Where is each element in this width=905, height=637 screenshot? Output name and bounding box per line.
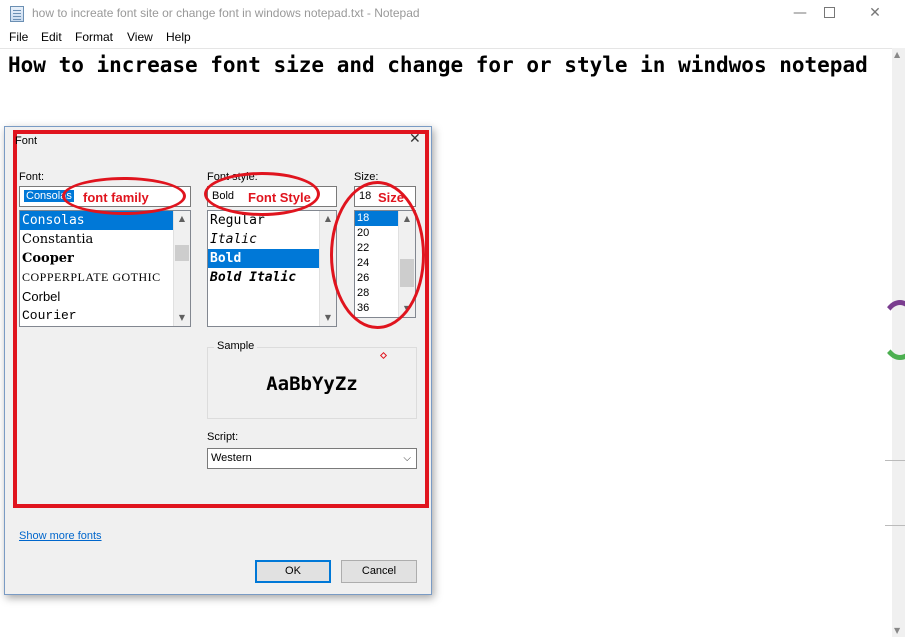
scroll-thumb[interactable]: [175, 245, 189, 261]
close-button[interactable]: ✕: [852, 0, 898, 28]
menu-bar: File Edit Format View Help: [0, 28, 905, 48]
dialog-close-button[interactable]: ✕: [409, 131, 421, 147]
font-list-item[interactable]: Courier: [20, 306, 190, 325]
cancel-button[interactable]: Cancel: [341, 560, 417, 583]
scroll-down-icon[interactable]: ▼: [174, 310, 190, 326]
maximize-icon: [823, 7, 835, 18]
chevron-down-icon: ⌵: [403, 453, 411, 464]
script-label: Script:: [207, 431, 239, 443]
script-select-value: Western: [211, 452, 252, 464]
notepad-icon: [10, 6, 24, 22]
menu-edit[interactable]: Edit: [41, 30, 62, 44]
menu-help[interactable]: Help: [166, 30, 191, 44]
sample-preview: AaBbYyZz: [266, 373, 358, 395]
dialog-title: Font: [15, 135, 38, 147]
menu-format[interactable]: Format: [75, 30, 113, 44]
title-bar: how to increate font site or change font…: [0, 0, 905, 28]
scroll-down-icon[interactable]: ▼: [320, 310, 336, 326]
scroll-up-icon[interactable]: ▲: [894, 50, 900, 59]
menu-file[interactable]: File: [9, 30, 28, 44]
font-list-item[interactable]: Corbel: [20, 287, 190, 306]
font-list-item[interactable]: Cooper: [20, 249, 190, 268]
font-list-item[interactable]: COPPERPLATE GOTHIC: [20, 268, 190, 287]
editor-text[interactable]: How to increase font size and change for…: [8, 51, 868, 79]
font-style-item[interactable]: Bold: [208, 249, 336, 268]
ok-button[interactable]: OK: [255, 560, 331, 583]
sample-group: Sample AaBbYyZz: [207, 340, 417, 419]
annotation-font-family: font family: [83, 190, 149, 205]
background-divider: [885, 525, 905, 526]
window-title: how to increate font site or change font…: [32, 6, 420, 20]
font-dialog: Font ✕ Font: Consolas Consolas Constanti…: [4, 126, 432, 595]
font-list-scrollbar[interactable]: ▲ ▼: [173, 211, 190, 326]
font-style-item[interactable]: Italic: [208, 230, 336, 249]
font-style-list[interactable]: Regular Italic Bold Bold Italic ▲ ▼: [207, 210, 337, 327]
font-list-item[interactable]: Constantia: [20, 230, 190, 249]
font-style-item[interactable]: Bold Italic: [208, 268, 336, 287]
font-label: Font:: [19, 171, 45, 183]
annotation-font-style: Font Style: [248, 190, 311, 205]
scroll-up-icon[interactable]: ▲: [174, 211, 190, 227]
menu-view[interactable]: View: [127, 30, 153, 44]
show-more-fonts-link[interactable]: Show more fonts: [19, 530, 102, 542]
annotation-size: Size: [378, 190, 405, 205]
scroll-down-icon[interactable]: ▼: [894, 626, 900, 635]
font-list[interactable]: Consolas Constantia Cooper COPPERPLATE G…: [19, 210, 191, 327]
script-select[interactable]: Western ⌵: [207, 448, 417, 469]
background-divider: [885, 460, 905, 461]
sample-label: Sample: [214, 340, 258, 352]
maximize-button[interactable]: [806, 0, 852, 28]
